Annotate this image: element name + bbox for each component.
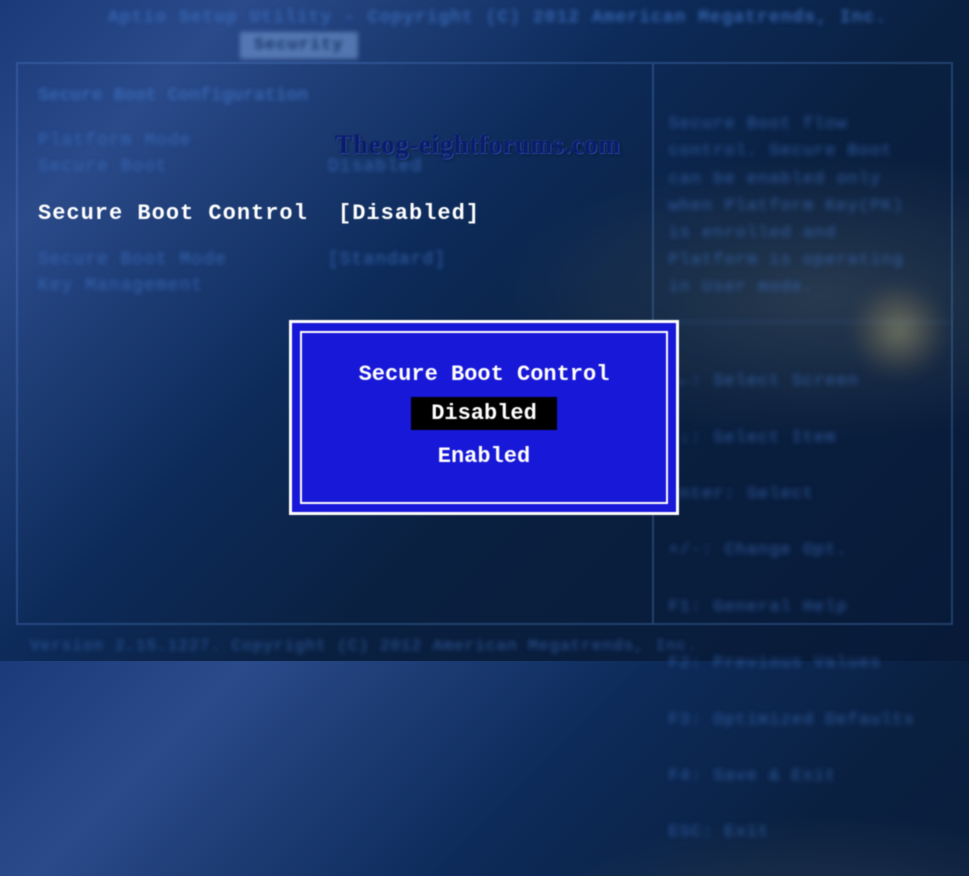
key-help: →←: Select Screen ↑↓: Select Item Enter:… xyxy=(652,321,951,876)
key-line: +/-: Change Opt. xyxy=(668,537,935,564)
popup-inner: Secure Boot Control Disabled Enabled xyxy=(300,331,668,504)
key-line: ESC: Exit xyxy=(668,819,935,846)
row-label: Secure Boot xyxy=(38,157,328,177)
bios-header: Aptio Setup Utility - Copyright (C) 2012… xyxy=(108,8,949,28)
tab-security[interactable]: Security xyxy=(240,32,358,59)
row-value: [Standard] xyxy=(328,250,632,270)
popup-title: Secure Boot Control xyxy=(359,362,610,387)
row-value: Disabled xyxy=(328,157,632,177)
row-value xyxy=(328,276,632,296)
row-key-management[interactable]: Key Management xyxy=(38,276,632,296)
tab-bar: Security xyxy=(240,32,358,59)
row-secure-boot-control[interactable]: Secure Boot Control [Disabled] xyxy=(38,201,632,226)
watermark: Theog-eightforums.com xyxy=(335,130,621,160)
popup-secure-boot-control: Secure Boot Control Disabled Enabled xyxy=(289,320,679,515)
key-line: Enter: Select xyxy=(668,481,935,508)
row-secure-boot[interactable]: Secure Boot Disabled xyxy=(38,157,632,177)
row-value: [Disabled] xyxy=(338,201,632,226)
row-label: Key Management xyxy=(38,276,328,296)
key-line: F4: Save & Exit xyxy=(668,763,935,790)
version-footer: Version 2.15.1227. Copyright (C) 2012 Am… xyxy=(30,637,949,655)
key-line: ↑↓: Select Item xyxy=(668,425,935,452)
row-label: Secure Boot Control xyxy=(38,201,338,226)
row-label: Platform Mode xyxy=(38,131,328,151)
right-pane: Secure Boot flow control. Secure Boot ca… xyxy=(652,64,951,623)
popup-option-disabled[interactable]: Disabled xyxy=(411,397,557,430)
key-line: →←: Select Screen xyxy=(668,368,935,395)
row-secure-boot-mode[interactable]: Secure Boot Mode [Standard] xyxy=(38,250,632,270)
key-line: F1: General Help xyxy=(668,594,935,621)
help-text: Secure Boot flow control. Secure Boot ca… xyxy=(668,111,935,301)
popup-option-enabled[interactable]: Enabled xyxy=(418,440,550,473)
row-label: Secure Boot Mode xyxy=(38,250,328,270)
section-title: Secure Boot Configuration xyxy=(38,86,632,106)
key-line: F3: Optimized Defaults xyxy=(668,707,935,734)
